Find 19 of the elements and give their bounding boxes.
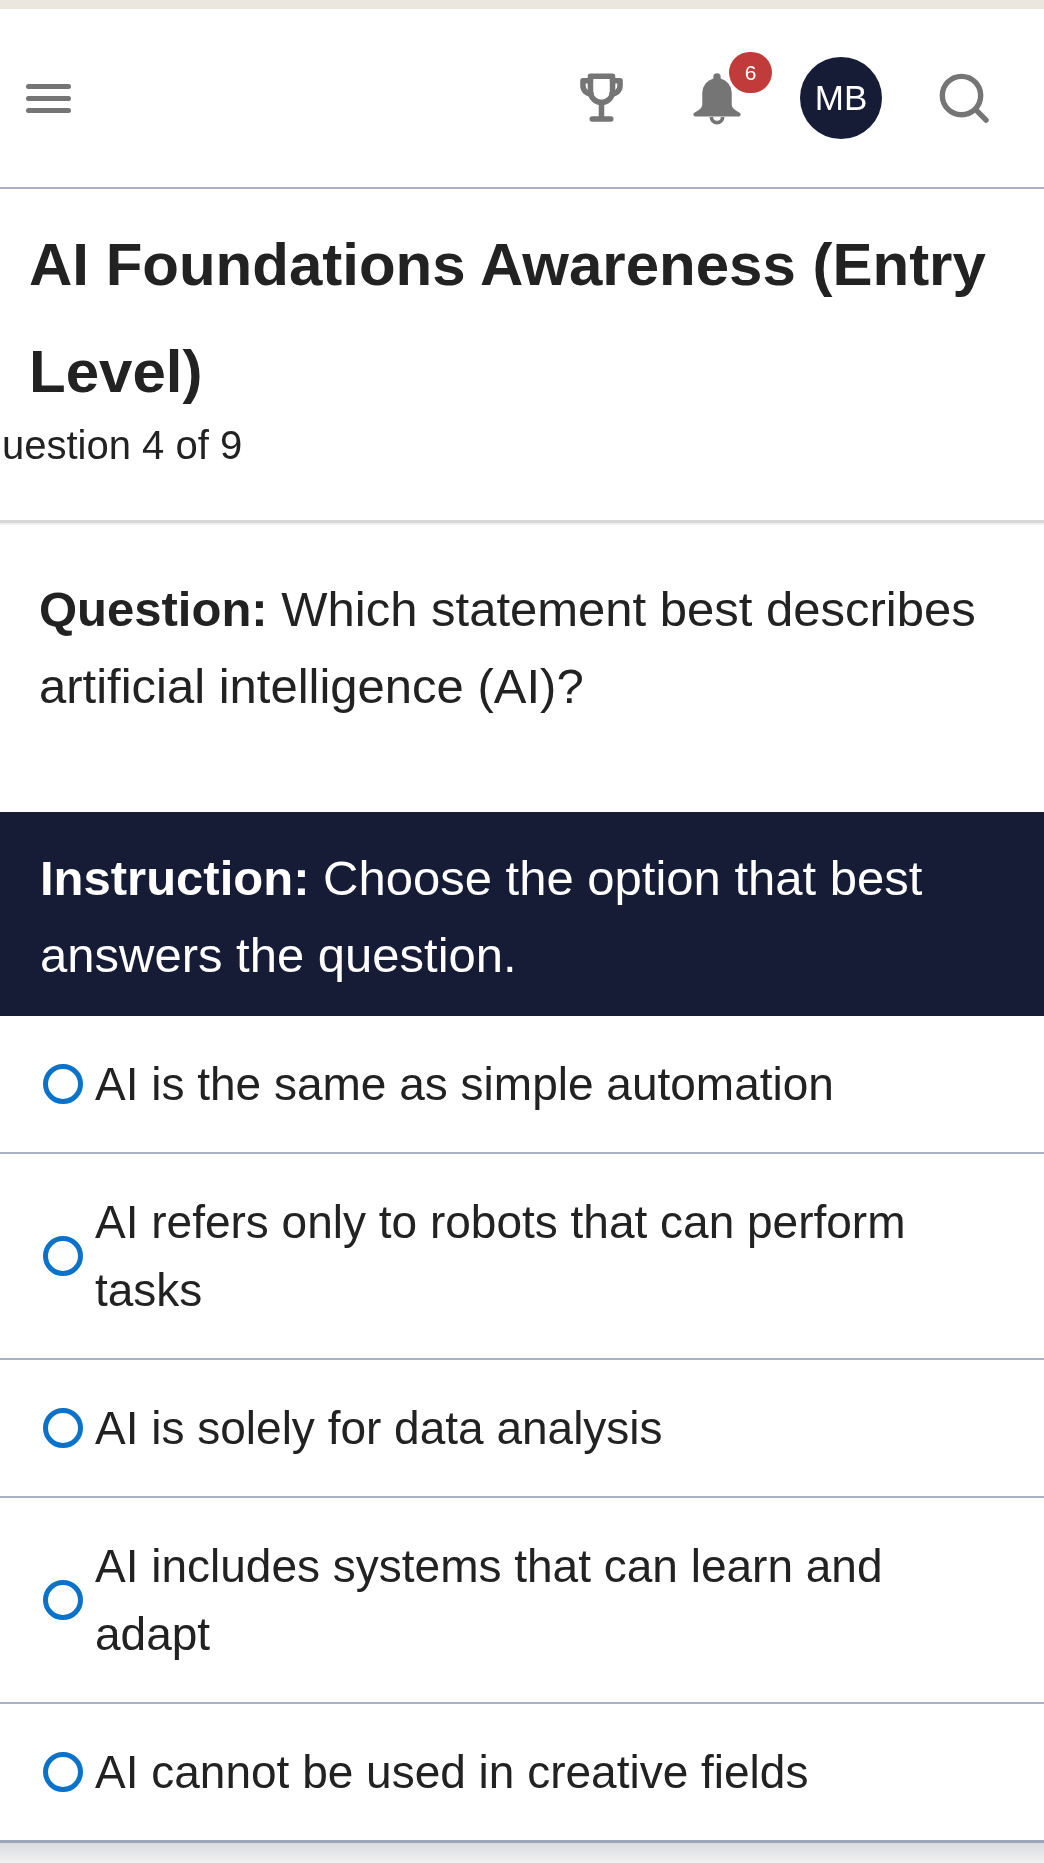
search-icon[interactable] [939,73,989,123]
instruction-text: Instruction: Choose the option that best answers the question. [40,850,924,984]
option-text[interactable]: AI includes systems that can learn and adapt [95,1532,985,1668]
radio-button[interactable] [43,1064,83,1104]
option-text[interactable]: AI is solely for data analysis [95,1394,985,1462]
bell-icon[interactable] [691,70,743,126]
notification-badge: 6 [729,51,772,93]
option-text[interactable]: AI is the same as simple automation [95,1050,985,1118]
radio-button[interactable] [43,1580,83,1620]
quiz-title: AI Foundations Awareness (Entry Level) [28,230,987,407]
question-text: Question: Which statement best describes artificial intelligence (AI)? [39,581,977,715]
radio-button[interactable] [43,1236,83,1276]
menu-icon[interactable] [26,83,71,113]
option-text[interactable]: AI cannot be used in creative fields [95,1738,985,1806]
user-avatar[interactable]: MB [800,57,882,139]
question-counter: uestion 4 of 9 [1,425,243,465]
radio-button[interactable] [43,1752,83,1792]
radio-button[interactable] [43,1408,83,1448]
option-text[interactable]: AI refers only to robots that can perform tasks [95,1188,985,1324]
